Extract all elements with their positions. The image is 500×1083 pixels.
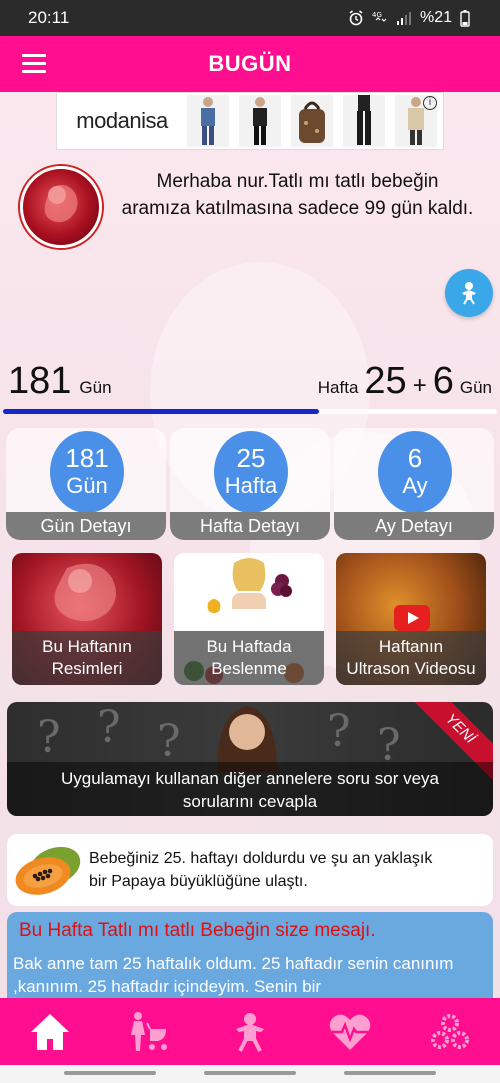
question-mark-icon: ? [97, 702, 121, 753]
system-nav-recent[interactable] [64, 1071, 156, 1075]
baby-icon [462, 282, 476, 305]
weekly-pictures-line1: Bu Haftanın [42, 637, 132, 656]
week-plus: + [412, 372, 427, 399]
greeting-text: Merhaba nur.Tatlı mı tatlı bebeğin aramı… [121, 171, 474, 219]
baby-message-title: Bu Hafta Tatlı mı tatlı Bebeğin size mes… [19, 920, 376, 941]
week-detail-value: 25 [236, 443, 266, 473]
nav-mother-baby[interactable] [120, 1007, 180, 1057]
month-detail-unit: Ay [402, 473, 428, 498]
system-navigation-bar [0, 1065, 500, 1083]
ultrasound-video-caption: Haftanın Ultrason Videosu [336, 631, 486, 685]
ad-product-image [343, 95, 385, 147]
status-icons: 4G %21 [348, 9, 470, 27]
feature-tiles: Bu Haftanın Resimleri Bu Haftada Beslenm… [12, 553, 488, 685]
month-circle: 6 Ay [378, 431, 452, 513]
nav-baby[interactable] [220, 1007, 280, 1057]
fetus-image [54, 563, 116, 622]
mother-stroller-icon [131, 1011, 167, 1051]
ultrasound-video-line2: Ultrason Videosu [346, 659, 476, 678]
week-detail-unit: Hafta [224, 473, 278, 498]
baby-size-line1: Bebeğiniz 25. haftayı doldurdu ve şu an … [89, 850, 433, 867]
baby-size-line2: bir Papaya büyüklüğüne ulaştı. [89, 873, 308, 890]
days-unit: Gün [79, 378, 112, 397]
ask-question-banner[interactable]: ? ? ? ? ? YENİ Uygulamayı kullanan diğer… [7, 702, 493, 816]
ask-question-line2: sorularını cevapla [182, 792, 318, 811]
nav-settings[interactable] [420, 1007, 480, 1057]
weekly-nutrition-tile[interactable]: Bu Haftada Beslenme [174, 553, 324, 685]
ad-info-icon[interactable]: i [423, 96, 437, 110]
signal-icon [396, 12, 411, 25]
ask-question-line1: Uygulamayı kullanan diğer annelere soru … [61, 769, 439, 788]
page-title: BUGÜN [208, 51, 292, 76]
network-4g-icon: 4G [372, 11, 387, 22]
detail-cards: 181 Gün Gün Detayı 25 Hafta Hafta Detayı… [6, 428, 494, 540]
svg-text:4G: 4G [372, 11, 382, 19]
play-icon[interactable] [394, 605, 430, 631]
question-mark-icon: ? [157, 716, 181, 767]
home-icon [31, 1013, 69, 1050]
settings-gears-icon [431, 1013, 469, 1049]
battery-icon [460, 9, 470, 27]
day-circle: 181 Gün [50, 431, 124, 513]
ad-banner[interactable]: modanisa i [56, 92, 444, 150]
week-detail-label: Hafta Detayı [170, 512, 330, 540]
alarm-icon [349, 10, 363, 26]
fetus-avatar [20, 166, 102, 248]
week-circle: 25 Hafta [214, 431, 288, 513]
hamburger-menu-icon[interactable] [22, 54, 46, 74]
baby-profile-button[interactable] [445, 269, 493, 317]
status-bar: 20:11 4G %21 [0, 0, 500, 36]
extra-days-value: 6 [432, 360, 454, 402]
main-content[interactable]: modanisa i Merhaba nur.Tatlı mı tatlı be… [0, 92, 500, 998]
day-detail-unit: Gün [66, 473, 108, 498]
app-bar: BUGÜN [0, 36, 500, 92]
ad-product-images [187, 95, 437, 147]
ask-question-caption: Uygulamayı kullanan diğer annelere soru … [7, 762, 493, 816]
days-value: 181 [8, 360, 72, 402]
baby-size-card[interactable]: Bebeğiniz 25. haftayı doldurdu ve şu an … [7, 834, 493, 906]
day-detail-card[interactable]: 181 Gün Gün Detayı [6, 428, 166, 540]
baby-size-text: Bebeğiniz 25. haftayı doldurdu ve şu an … [83, 847, 432, 893]
ad-product-image [239, 95, 281, 147]
week-value: 25 [364, 360, 407, 402]
weekly-pictures-tile[interactable]: Bu Haftanın Resimleri [12, 553, 162, 685]
day-detail-value: 181 [65, 443, 109, 473]
weekly-pictures-caption: Bu Haftanın Resimleri [12, 631, 162, 685]
system-nav-back[interactable] [344, 1071, 436, 1075]
baby-message-card[interactable]: Bu Hafta Tatlı mı tatlı Bebeğin size mes… [7, 912, 493, 998]
baby-message-body: Bak anne tam 25 haftalık oldum. 25 hafta… [13, 954, 454, 996]
day-detail-label: Gün Detayı [6, 512, 166, 540]
weekly-nutrition-caption: Bu Haftada Beslenme [174, 631, 324, 685]
pregnancy-progress-bar [3, 409, 497, 414]
baby-icon [236, 1012, 264, 1052]
system-nav-home[interactable] [204, 1071, 296, 1075]
week-label: Hafta [317, 378, 359, 397]
status-time: 20:11 [28, 8, 70, 27]
ad-product-image [187, 95, 229, 147]
bottom-navigation [0, 998, 500, 1065]
pregnancy-progress-fill [3, 409, 320, 414]
question-mark-icon: ? [327, 706, 351, 757]
battery-percent: %21 [419, 9, 452, 26]
extra-days-unit: Gün [459, 378, 492, 397]
nav-home[interactable] [20, 1007, 80, 1057]
heartbeat-icon [329, 1014, 371, 1050]
ultrasound-video-line1: Haftanın [378, 637, 444, 656]
ad-product-image [291, 95, 333, 147]
weekly-nutrition-line1: Bu Haftada [206, 637, 292, 656]
month-detail-card[interactable]: 6 Ay Ay Detayı [334, 428, 494, 540]
question-mark-icon: ? [37, 712, 61, 763]
papaya-image [11, 840, 83, 900]
ultrasound-video-tile[interactable]: Haftanın Ultrason Videosu [336, 553, 486, 685]
weekly-nutrition-line2: Beslenme [211, 659, 287, 678]
weekly-pictures-line2: Resimleri [51, 659, 123, 678]
week-counter: Hafta 25 + 6 Gün [318, 360, 492, 403]
nav-heartbeat[interactable] [320, 1007, 380, 1057]
month-detail-value: 6 [407, 443, 423, 473]
ad-brand-logo: modanisa [76, 108, 168, 133]
month-detail-label: Ay Detayı [334, 512, 494, 540]
days-counter: 181 Gün [8, 360, 112, 403]
week-detail-card[interactable]: 25 Hafta Hafta Detayı [170, 428, 330, 540]
